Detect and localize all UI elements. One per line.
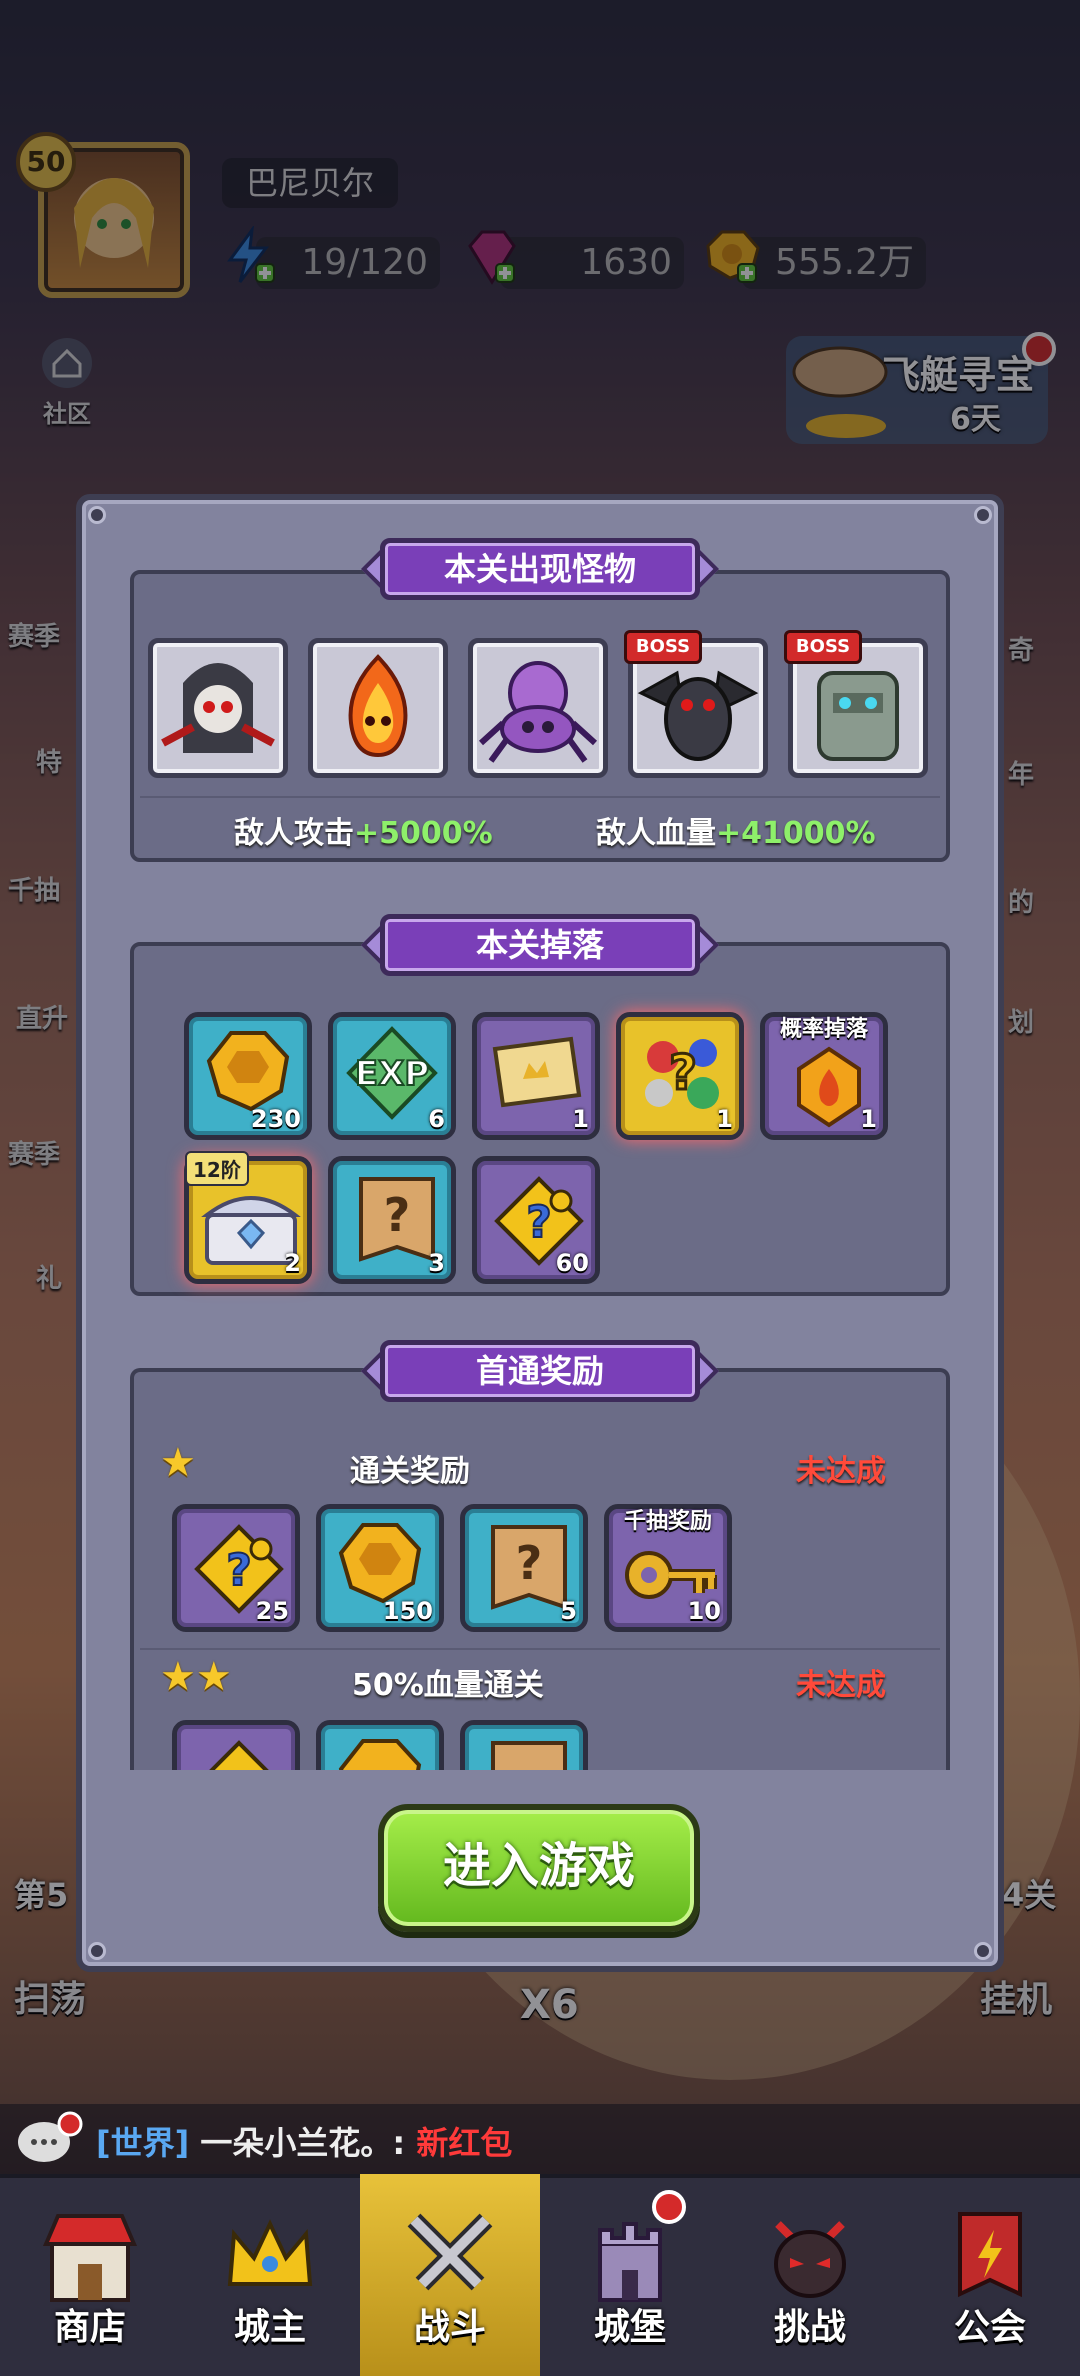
nav-label: 战斗 <box>413 2307 486 2348</box>
svg-text:?: ? <box>516 1536 543 1590</box>
item-count: 230 <box>250 1105 301 1133</box>
item-count: 3 <box>428 1249 445 1277</box>
drop-item[interactable]: 12阶 2 <box>184 1151 312 1284</box>
drop-item[interactable]: 1 <box>472 1012 600 1140</box>
item-tag: 12阶 <box>185 1151 249 1186</box>
item-count: 150 <box>382 1597 433 1625</box>
skeleton-reaper-icon <box>161 663 275 753</box>
drop-item[interactable]: EXP 6 <box>328 1012 456 1140</box>
enemy-attack-value: +5000% <box>354 816 493 851</box>
reward-item[interactable]: ? 25 <box>172 1504 300 1632</box>
nav-label: 城堡 <box>593 2307 666 2348</box>
nav-challenge[interactable]: 挑战 <box>720 2174 900 2376</box>
star-icon: ★ <box>160 1440 196 1486</box>
nav-castle[interactable]: 城堡 <box>540 2174 720 2376</box>
reward-item[interactable] <box>316 1720 444 1770</box>
chat-message: 新红包 <box>416 2124 513 2162</box>
item-count: 10 <box>687 1597 721 1625</box>
nav-label: 挑战 <box>773 2307 846 2348</box>
boss-badge: BOSS <box>784 630 862 664</box>
enemy-hp-stat: 敌人血量+41000% <box>596 808 876 852</box>
rivet <box>974 506 992 524</box>
enemy-attack-stat: 敌人攻击+5000% <box>234 808 493 852</box>
ticket-icon <box>492 1036 582 1108</box>
item-count: 6 <box>428 1105 445 1133</box>
svg-text:?: ? <box>226 1545 252 1596</box>
tier-label: 通关奖励 <box>350 1454 470 1489</box>
rivet <box>974 1942 992 1960</box>
nav-shop[interactable]: 商店 <box>0 2174 180 2376</box>
svg-text:EXP: EXP <box>355 1054 429 1094</box>
nav-label: 商店 <box>53 2307 126 2348</box>
item-count: 60 <box>555 1249 589 1277</box>
enemy-hp-value: +41000% <box>716 816 876 851</box>
tier-status: 未达成 <box>796 1454 886 1489</box>
nav-guild[interactable]: 公会 <box>900 2174 1080 2376</box>
world-chat-bar[interactable]: [世界] 一朵小兰花。: 新红包 <box>0 2104 1080 2174</box>
item-count: 25 <box>255 1597 289 1625</box>
nav-label: 城主 <box>233 2307 306 2348</box>
item-tag: 概率掉落 <box>779 1017 868 1042</box>
drop-item[interactable]: ? 1 <box>616 1012 744 1140</box>
reward-item[interactable]: 千抽奖励 10 <box>604 1504 732 1632</box>
reward-item[interactable] <box>460 1720 588 1770</box>
item-count: 1 <box>572 1105 589 1133</box>
crossed-swords-icon <box>407 2213 493 2291</box>
divider <box>140 1648 940 1650</box>
rivet <box>88 506 106 524</box>
fire-spirit-icon <box>348 654 408 758</box>
drops-title: 本关掉落 <box>380 914 700 976</box>
svg-text:?: ? <box>669 1045 697 1101</box>
nav-label: 公会 <box>953 2307 1026 2348</box>
monster-card[interactable] <box>148 638 288 778</box>
enter-game-button[interactable]: 进入游戏 <box>378 1804 700 1932</box>
reward-item[interactable]: ? 5 <box>460 1504 588 1632</box>
purple-spider-icon <box>478 661 598 763</box>
mystery-puzzle-icon <box>209 1740 269 1770</box>
tier-label: 50%血量通关 <box>352 1668 544 1703</box>
drop-item[interactable]: ? 60 <box>472 1156 600 1284</box>
flame-crystal-icon <box>797 1046 861 1128</box>
item-count: 5 <box>560 1597 577 1625</box>
shop-icon <box>42 2214 138 2302</box>
nav-battle[interactable]: 战斗 <box>360 2174 540 2376</box>
mystery-scroll-icon <box>491 1741 567 1770</box>
gold-coin-icon <box>338 1739 422 1770</box>
divider <box>140 796 940 798</box>
enemy-hp-label: 敌人血量 <box>596 816 716 851</box>
enemy-attack-label: 敌人攻击 <box>234 816 354 851</box>
crown-icon <box>227 2219 313 2286</box>
chat-channel: [世界] <box>96 2124 190 2162</box>
star-icon: ★★ <box>160 1654 232 1700</box>
drop-item[interactable]: 概率掉落 1 <box>760 1012 888 1140</box>
boss-badge: BOSS <box>624 630 702 664</box>
svg-text:?: ? <box>526 1197 552 1248</box>
svg-text:?: ? <box>384 1188 411 1242</box>
item-count: 1 <box>716 1105 733 1133</box>
monster-card[interactable] <box>468 638 608 778</box>
reward-item[interactable] <box>172 1720 300 1770</box>
item-tag: 千抽奖励 <box>623 1509 712 1534</box>
monster-card[interactable] <box>308 638 448 778</box>
drop-item[interactable]: ? 3 <box>328 1156 456 1284</box>
first-clear-title: 首通奖励 <box>380 1340 700 1402</box>
chat-user: 一朵小兰花。: <box>200 2124 406 2162</box>
nav-lord[interactable]: 城主 <box>180 2174 360 2376</box>
drop-item[interactable]: 230 <box>184 1012 312 1140</box>
castle-notification-dot <box>652 2190 686 2224</box>
item-count: 1 <box>860 1105 877 1133</box>
demon-mask-icon <box>774 2221 846 2298</box>
chat-line: [世界] 一朵小兰花。: 新红包 <box>96 2118 512 2164</box>
tier-2-rewards-clip <box>130 1714 950 1770</box>
tier-status: 未达成 <box>796 1668 886 1703</box>
reward-item[interactable]: 150 <box>316 1504 444 1632</box>
rivet <box>88 1942 106 1960</box>
guild-banner-icon <box>958 2212 1022 2298</box>
item-count: 2 <box>284 1249 301 1277</box>
chat-bubble-icon <box>18 2111 83 2162</box>
monsters-title: 本关出现怪物 <box>380 538 700 600</box>
